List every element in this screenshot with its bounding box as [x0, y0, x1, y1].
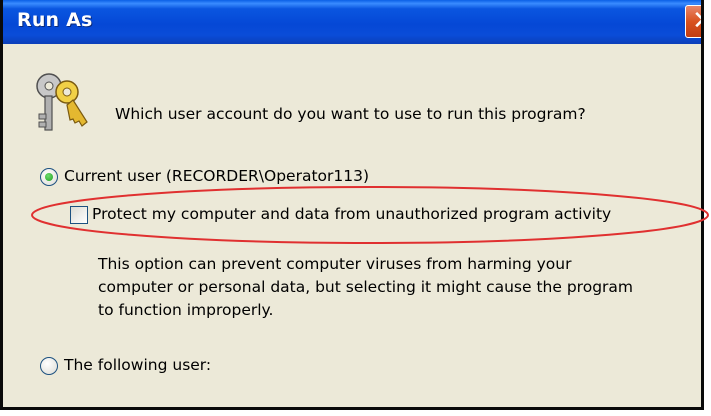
run-as-dialog: Run As ✕ Which user account do you want … — [0, 0, 704, 410]
close-icon: ✕ — [692, 7, 701, 35]
current-user-label[interactable]: Current user (RECORDER\Operator113) — [64, 167, 369, 185]
protect-description-line-3: to function improperly. — [98, 301, 274, 319]
following-user-label[interactable]: The following user: — [64, 356, 211, 374]
protect-label[interactable]: Protect my computer and data from unauth… — [92, 205, 611, 223]
current-user-radio[interactable] — [40, 168, 58, 186]
prompt-text: Which user account do you want to use to… — [115, 105, 586, 123]
close-button[interactable]: ✕ — [685, 5, 701, 38]
window-title: Run As — [17, 9, 93, 31]
protect-description-line-2: computer or personal data, but selecting… — [98, 278, 633, 296]
following-user-radio[interactable] — [40, 357, 58, 375]
radio-selected-dot — [45, 173, 53, 181]
keys-icon — [36, 73, 88, 131]
protect-checkbox[interactable] — [70, 206, 88, 224]
title-bar[interactable]: Run As ✕ — [3, 0, 701, 44]
protect-description-line-1: This option can prevent computer viruses… — [98, 255, 572, 273]
